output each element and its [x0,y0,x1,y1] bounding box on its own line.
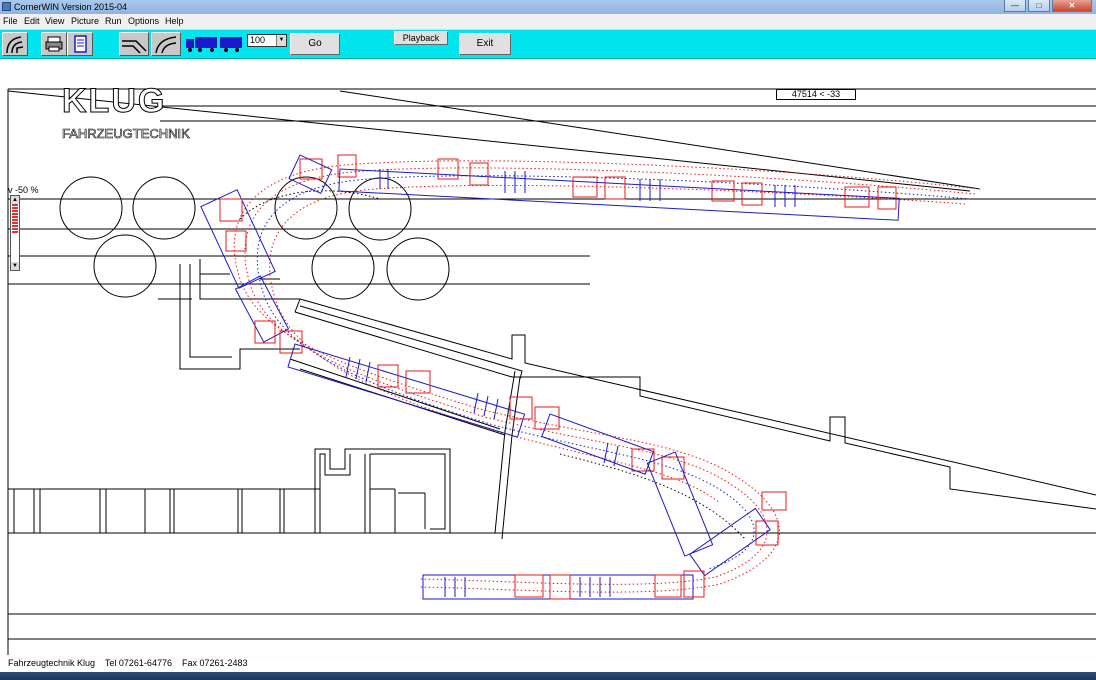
curve-path-button[interactable] [119,32,149,56]
document-button[interactable] [67,32,93,56]
menu-file[interactable]: File [3,15,18,28]
print-icon [45,36,63,52]
toolbar: 100 ▼ Go Playback Exit [0,30,1096,59]
curve-outline-button[interactable] [151,32,181,56]
logo-bottom-text: FAHRZEUGTECHNIK [62,126,190,141]
window-controls: — □ ✕ [1002,0,1092,14]
zoom-select[interactable]: 100 ▼ [247,34,287,47]
menu-bar: File Edit View Picture Run Options Help [0,14,1096,30]
close-button[interactable]: ✕ [1052,0,1092,12]
maximize-button[interactable]: □ [1028,0,1050,12]
menu-edit[interactable]: Edit [24,15,40,28]
curve-path-icon [122,40,147,54]
menu-picture[interactable]: Picture [71,15,99,28]
playback-button[interactable]: Playback [394,31,448,45]
curve-outline-icon [155,36,177,54]
minimize-button[interactable]: — [1004,0,1026,12]
klug-logo-graphic: KLUG FAHRZEUGTECHNIK [62,82,191,142]
app-icon [2,2,11,11]
chevron-up-icon[interactable]: ▲ [11,196,19,204]
footer-text: Fahrzeugtechnik Klug Tel 07261-64776 Fax… [8,658,248,668]
document-icon [74,35,87,53]
menu-help[interactable]: Help [165,15,184,28]
window-title: CornerWIN Version 2015-04 [14,2,128,12]
klug-logo: KLUG FAHRZEUGTECHNIK [62,82,212,151]
go-button[interactable]: Go [290,33,340,55]
print-button[interactable] [41,32,67,56]
position-readout: 47514 < -33 [776,89,856,100]
speed-slider[interactable]: ▲ ▼ [10,195,20,271]
footer-company: Fahrzeugtechnik Klug [8,658,96,668]
vehicle-icon [186,37,242,52]
chevron-down-icon[interactable]: ▼ [276,35,286,46]
menu-run[interactable]: Run [105,15,122,28]
footer-fax: Fax 07261-2483 [181,658,248,668]
footer-phone: Tel 07261-64776 [104,658,172,668]
speed-label: v -50 % [8,185,39,195]
menu-view[interactable]: View [45,15,64,28]
logo-top-text: KLUG [62,86,166,120]
corner-tool-icon [6,36,24,54]
taskbar [0,672,1096,680]
zoom-value: 100 [250,35,266,45]
vehicle-button[interactable] [184,32,246,56]
drawing-canvas[interactable]: KLUG FAHRZEUGTECHNIK 47514 < -33 v -50 %… [0,59,1096,657]
exit-button[interactable]: Exit [459,33,511,55]
speed-slider-fill [12,204,18,233]
title-bar: CornerWIN Version 2015-04 — □ ✕ [0,0,1096,14]
menu-options[interactable]: Options [128,15,159,28]
status-footer: Fahrzeugtechnik Klug Tel 07261-64776 Fax… [0,657,1096,671]
corner-tool-button[interactable] [2,32,28,56]
chevron-down-icon[interactable]: ▼ [11,262,19,270]
